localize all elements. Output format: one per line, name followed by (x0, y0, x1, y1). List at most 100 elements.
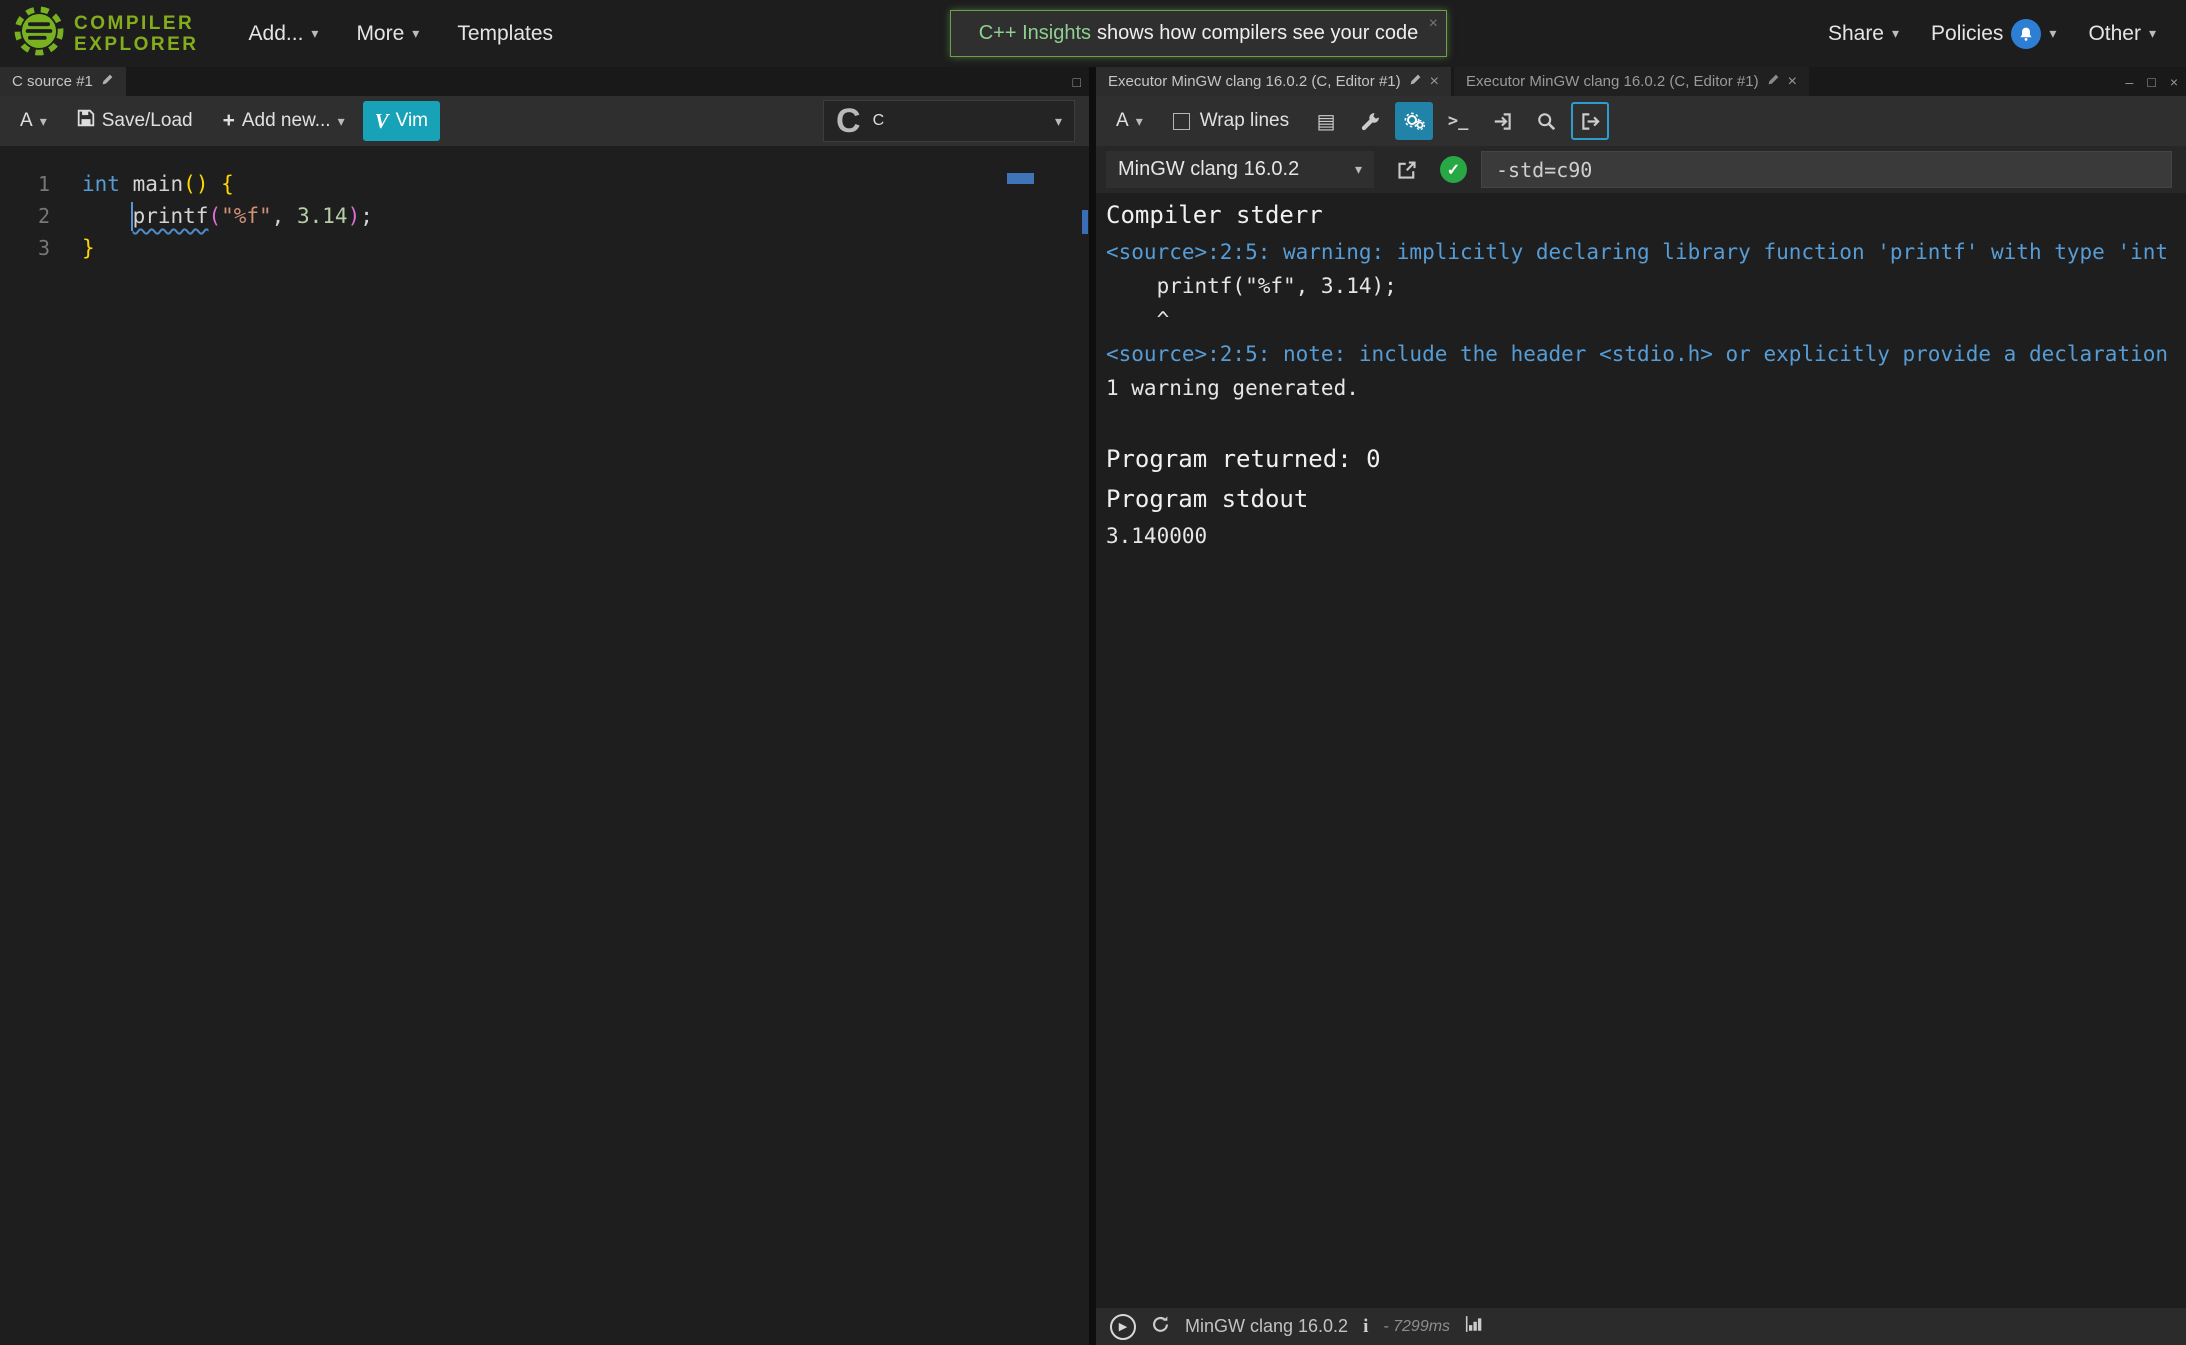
editor-toolbar: A▾ Save/Load + Add new... ▾ V Vim C C ▾ (0, 96, 1089, 146)
chevron-down-icon: ▾ (338, 113, 345, 130)
rename-pencil-icon[interactable] (1409, 73, 1422, 90)
rename-pencil-icon[interactable] (101, 73, 114, 90)
compiler-output-icon[interactable]: ▤ (1307, 102, 1345, 140)
output-line: ^ (1106, 303, 2186, 337)
code-editor[interactable]: 1int main() {2 printf("%f", 3.14);3} (0, 146, 1089, 1345)
output-line: 1 warning generated. (1106, 371, 2186, 405)
info-icon[interactable]: i (1363, 1316, 1368, 1338)
checkbox-unchecked-icon (1173, 113, 1190, 130)
text-cursor (131, 202, 133, 231)
sign-in-icon[interactable] (1483, 102, 1521, 140)
terminal-icon[interactable]: >_ (1439, 102, 1477, 140)
add-new-button[interactable]: + Add new... ▾ (211, 101, 357, 141)
gears-icon[interactable] (1395, 102, 1433, 140)
share-menu-button[interactable]: Share▾ (1812, 0, 1915, 67)
plus-icon: + (223, 109, 235, 133)
output-line: <source>:2:5: note: include the header <… (1106, 337, 2186, 371)
chevron-down-icon: ▾ (2149, 25, 2156, 42)
play-icon[interactable]: ▶ (1110, 1314, 1136, 1340)
executor-output[interactable]: Compiler stderr<source>:2:5: warning: im… (1096, 193, 2186, 1308)
compiler-options-input[interactable] (1481, 151, 2172, 188)
banner-close-icon[interactable]: × (1429, 15, 1438, 33)
wrap-lines-toggle[interactable]: Wrap lines (1161, 101, 1301, 141)
navbar-right: Share▾ Policies ▾ Other▾ (1812, 0, 2172, 67)
tab-executor-2[interactable]: Executor MinGW clang 16.0.2 (C, Editor #… (1454, 67, 1809, 96)
output-line: Compiler stderr (1106, 195, 2186, 235)
font-size-button[interactable]: A▾ (1104, 101, 1155, 141)
code-lines: 1int main() {2 printf("%f", 3.14);3} (0, 168, 1089, 264)
tab-c-source-1[interactable]: C source #1 (0, 67, 126, 96)
output-line: 3.140000 (1106, 519, 2186, 553)
chart-icon[interactable] (1465, 1315, 1483, 1338)
other-menu-button[interactable]: Other▾ (2072, 0, 2172, 67)
output-line: <source>:2:5: warning: implicitly declar… (1106, 235, 2186, 269)
compiler-selector[interactable]: MinGW clang 16.0.2 ▾ (1106, 151, 1374, 188)
executor-tabstrip: Executor MinGW clang 16.0.2 (C, Editor #… (1096, 67, 2186, 96)
pane-splitter[interactable] (1089, 67, 1096, 1345)
font-size-button[interactable]: A▾ (8, 101, 59, 141)
compile-success-icon: ✓ (1440, 156, 1467, 183)
output-line: printf("%f", 3.14); (1106, 269, 2186, 303)
chevron-down-icon: ▾ (40, 113, 47, 130)
logo-gear-icon (14, 6, 64, 61)
templates-button[interactable]: Templates (441, 0, 569, 67)
editor-tabstrip: C source #1 □ (0, 67, 1089, 96)
minimize-icon[interactable]: – (2126, 74, 2134, 90)
sign-out-icon[interactable] (1571, 102, 1609, 140)
wrench-icon[interactable] (1351, 102, 1389, 140)
close-icon[interactable]: × (1430, 73, 1439, 91)
language-selector[interactable]: C C ▾ (823, 100, 1075, 142)
save-load-button[interactable]: Save/Load (65, 101, 205, 141)
output-line (1106, 405, 2186, 439)
executor-statusbar: ▶ MinGW clang 16.0.2 i - 7299ms (1096, 1308, 2186, 1345)
vim-toggle-button[interactable]: V Vim (363, 101, 440, 141)
line-number: 3 (0, 232, 50, 264)
executor-pane: Executor MinGW clang 16.0.2 (C, Editor #… (1096, 67, 2186, 1345)
language-label: C (873, 112, 885, 130)
chevron-down-icon: ▾ (1055, 113, 1062, 130)
vim-logo-icon: V (375, 109, 389, 134)
external-link-icon[interactable] (1388, 151, 1426, 189)
close-icon[interactable]: × (2170, 74, 2178, 90)
notification-bell-icon (2011, 19, 2041, 49)
maximize-icon[interactable]: □ (2147, 74, 2155, 90)
output-line: Program returned: 0 (1106, 439, 2186, 479)
chevron-down-icon: ▾ (2049, 25, 2056, 42)
refresh-icon[interactable] (1151, 1315, 1170, 1339)
zoom-icon[interactable] (1527, 102, 1565, 140)
output-line: Program stdout (1106, 479, 2186, 519)
announcement-banner[interactable]: C++ Insights shows how compilers see you… (950, 10, 1447, 57)
floppy-icon (77, 109, 95, 133)
scrollbar-warning-mark[interactable] (1082, 210, 1088, 234)
compiler-explorer-logo[interactable]: COMPILER EXPLORER (14, 6, 199, 61)
add-menu-button[interactable]: Add...▾ (233, 0, 335, 67)
logo-wordmark: COMPILER EXPLORER (74, 13, 199, 55)
policies-menu-button[interactable]: Policies ▾ (1915, 0, 2072, 67)
chevron-down-icon: ▾ (311, 25, 318, 42)
code-line[interactable]: 1int main() { (0, 168, 1089, 200)
banner-text: shows how compilers see your code (1097, 22, 1418, 45)
code-line[interactable]: 3} (0, 232, 1089, 264)
top-navbar: COMPILER EXPLORER Add...▾ More▾ Template… (0, 0, 2186, 67)
rename-pencil-icon[interactable] (1767, 73, 1780, 90)
overview-ruler-mark (1007, 173, 1034, 184)
c-language-logo: C (836, 104, 861, 138)
chevron-down-icon: ▾ (1136, 113, 1143, 130)
code-line[interactable]: 2 printf("%f", 3.14); (0, 200, 1089, 232)
compiler-row: MinGW clang 16.0.2 ▾ ✓ (1096, 146, 2186, 193)
line-number: 2 (0, 200, 50, 232)
line-number: 1 (0, 168, 50, 200)
chevron-down-icon: ▾ (1892, 25, 1899, 42)
status-compiler-name: MinGW clang 16.0.2 (1185, 1316, 1348, 1337)
executor-window-controls: – □ × (2126, 67, 2178, 96)
maximize-icon[interactable]: □ (1073, 74, 1081, 90)
execution-time: - 7299ms (1383, 1318, 1450, 1336)
chevron-down-icon: ▾ (1355, 161, 1362, 178)
source-editor-pane: C source #1 □ A▾ Save/Load + Add ne (0, 67, 1089, 1345)
tab-executor-1[interactable]: Executor MinGW clang 16.0.2 (C, Editor #… (1096, 67, 1451, 96)
executor-toolbar: A▾ Wrap lines ▤ >_ (1096, 96, 2186, 146)
more-menu-button[interactable]: More▾ (340, 0, 435, 67)
editor-window-controls: □ (1073, 67, 1081, 96)
banner-highlight: C++ Insights (979, 22, 1091, 45)
close-icon[interactable]: × (1788, 73, 1797, 91)
